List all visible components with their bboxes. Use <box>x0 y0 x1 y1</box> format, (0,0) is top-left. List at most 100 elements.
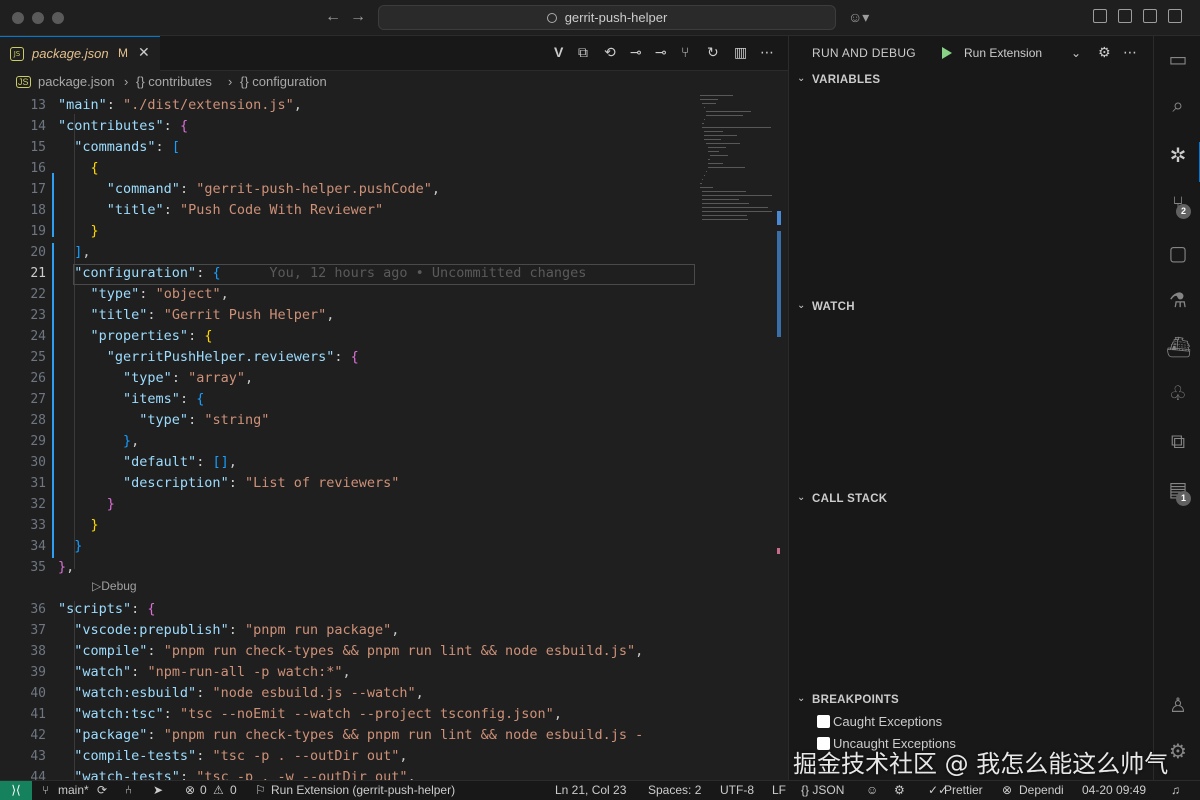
git-branch-icon[interactable]: ⑂ <box>681 44 689 60</box>
code-line[interactable]: 29 }, <box>0 431 700 452</box>
code-line[interactable]: 28 "type": "string" <box>0 410 700 431</box>
minimap-scrollbar-slider[interactable] <box>777 231 781 337</box>
code-line[interactable]: 30 "default": [], <box>0 452 700 473</box>
prettier-status[interactable]: Prettier <box>944 783 983 797</box>
compare-icon[interactable]: ⧉ <box>578 44 588 61</box>
git-branch-status[interactable]: main* <box>58 783 89 797</box>
launch-config-select[interactable]: Run Extension <box>964 46 1042 60</box>
extensions-icon[interactable]: ⧉ <box>1166 430 1190 454</box>
copilot-status-icon[interactable]: ☺ <box>866 783 878 797</box>
tab-package-json[interactable]: JS package.json M ✕ <box>0 36 160 71</box>
code-line[interactable]: 32 } <box>0 494 700 515</box>
refresh-icon[interactable]: ↻ <box>707 44 719 61</box>
code-line[interactable]: 43 "compile-tests": "tsc -p . --outDir o… <box>0 746 700 767</box>
code-line[interactable]: 36 "scripts": { <box>0 599 700 620</box>
maximize-window-button[interactable] <box>52 12 64 24</box>
errors-icon[interactable]: ⊗ <box>185 783 195 797</box>
gear-icon[interactable]: ⚙ <box>1098 44 1111 61</box>
section-call-stack[interactable]: ⌄ CALL STACK <box>789 489 1154 511</box>
toggle-sidebar-icon[interactable] <box>1118 9 1132 23</box>
breakpoint-caught-exceptions[interactable]: Caught Exceptions <box>817 714 942 734</box>
accounts-icon[interactable]: ♙ <box>1166 694 1190 718</box>
encoding[interactable]: UTF-8 <box>720 783 754 797</box>
breadcrumb-file[interactable]: package.json <box>38 74 115 89</box>
manage-gear-icon[interactable]: ⚙ <box>1166 740 1190 764</box>
git-commit-icon[interactable]: ⊸ <box>630 44 642 61</box>
dependi-status[interactable]: Dependi <box>1019 783 1064 797</box>
chevron-down-icon[interactable]: ⌄ <box>1071 46 1081 60</box>
command-center-search[interactable]: gerrit-push-helper <box>378 5 836 30</box>
code-line[interactable]: 14 "contributes": { <box>0 116 700 137</box>
code-line[interactable]: 20 ], <box>0 242 700 263</box>
indentation[interactable]: Spaces: 2 <box>648 783 701 797</box>
docker-icon[interactable]: ⛴ <box>1166 336 1191 360</box>
send-icon[interactable]: ➤ <box>153 783 163 797</box>
code-line[interactable]: 42 "package": "pnpm run check-types && p… <box>0 725 700 746</box>
code-line[interactable]: 22 "type": "object", <box>0 284 700 305</box>
code-line[interactable]: 23 "title": "Gerrit Push Helper", <box>0 305 700 326</box>
more-actions-icon[interactable]: ⋯ <box>760 44 774 61</box>
settings-sync-icon[interactable]: ⚙ <box>894 783 905 797</box>
code-line[interactable]: 16 { <box>0 158 700 179</box>
warnings-icon[interactable]: ⚠ <box>213 783 224 797</box>
vim-icon[interactable]: V <box>554 44 563 60</box>
error-count[interactable]: 0 <box>200 783 207 797</box>
remote-indicator-icon[interactable]: ⟩⟨ <box>0 781 32 800</box>
breadcrumb-contributes[interactable]: {} contributes <box>136 74 212 89</box>
code-line[interactable]: 40 "watch:esbuild": "node esbuild.js --w… <box>0 683 700 704</box>
code-line[interactable]: 35}, <box>0 557 700 578</box>
toggle-panel-icon[interactable] <box>1143 9 1157 23</box>
code-line[interactable]: 18 "title": "Push Code With Reviewer" <box>0 200 700 221</box>
code-line[interactable]: 19 } <box>0 221 700 242</box>
code-line[interactable]: 41 "watch:tsc": "tsc --noEmit --watch --… <box>0 704 700 725</box>
code-line[interactable]: 37 "vscode:prepublish": "pnpm run packag… <box>0 620 700 641</box>
search-icon[interactable]: ⌕ <box>1166 94 1190 118</box>
debug-launch-status[interactable]: Run Extension (gerrit-push-helper) <box>271 783 455 797</box>
code-line[interactable]: 39 "watch": "npm-run-all -p watch:*", <box>0 662 700 683</box>
minimize-window-button[interactable] <box>32 12 44 24</box>
section-watch[interactable]: ⌄ WATCH <box>789 297 1154 319</box>
back-arrow-icon[interactable]: ← <box>325 8 341 26</box>
more-actions-icon[interactable]: ⋯ <box>1123 44 1137 61</box>
code-line[interactable]: 13 "main": "./dist/extension.js", <box>0 95 700 116</box>
cursor-position[interactable]: Ln 21, Col 23 <box>555 783 626 797</box>
git-graph-icon[interactable]: ⑃ <box>125 783 132 797</box>
split-editor-icon[interactable]: ▥ <box>734 44 747 61</box>
checkbox[interactable] <box>817 715 830 728</box>
explorer-icon[interactable]: ▭ <box>1166 48 1190 72</box>
sync-icon[interactable]: ⟳ <box>97 783 107 797</box>
language-mode[interactable]: {} JSON <box>801 783 844 797</box>
debug-codelens[interactable]: ▷Debug <box>92 579 137 593</box>
customize-layout-icon[interactable] <box>1093 9 1107 23</box>
copilot-icon[interactable]: ☺▾ <box>848 9 869 26</box>
start-debugging-icon[interactable] <box>942 47 952 59</box>
run-and-debug-icon[interactable]: ✲ <box>1166 144 1190 168</box>
code-line[interactable]: 34 } <box>0 536 700 557</box>
warning-count[interactable]: 0 <box>230 783 237 797</box>
testing-icon[interactable]: ⚗ <box>1166 289 1190 313</box>
end-of-line[interactable]: LF <box>772 783 786 797</box>
notifications-bell-icon[interactable]: ♫ <box>1171 783 1180 797</box>
code-line[interactable]: 25 "gerritPushHelper.reviewers": { <box>0 347 700 368</box>
remote-explorer-icon[interactable]: ▢ <box>1166 242 1190 266</box>
code-line[interactable]: 38 "compile": "pnpm run check-types && p… <box>0 641 700 662</box>
close-tab-icon[interactable]: ✕ <box>138 44 150 61</box>
breadcrumb-configuration[interactable]: {} configuration <box>240 74 327 89</box>
code-line[interactable]: 21 "configuration": { You, 12 hours ago … <box>0 263 700 284</box>
timeline-icon[interactable]: ⟲ <box>604 44 616 61</box>
toggle-secondary-sidebar-icon[interactable] <box>1168 9 1182 23</box>
code-line[interactable]: 17 "command": "gerrit-push-helper.pushCo… <box>0 179 700 200</box>
code-line[interactable]: 26 "type": "array", <box>0 368 700 389</box>
tree-view-icon[interactable]: ♧ <box>1166 382 1190 406</box>
close-window-button[interactable] <box>12 12 24 24</box>
code-line[interactable]: 24 "properties": { <box>0 326 700 347</box>
section-variables[interactable]: ⌄ VARIABLES <box>789 70 1154 92</box>
code-line[interactable]: 15 "commands": [ <box>0 137 700 158</box>
code-line[interactable]: 27 "items": { <box>0 389 700 410</box>
code-line[interactable]: 33 } <box>0 515 700 536</box>
code-line[interactable]: 31 "description": "List of reviewers" <box>0 473 700 494</box>
code-editor[interactable]: ▷Debug 13 "main": "./dist/extension.js", 1… <box>0 93 788 785</box>
minimap[interactable] <box>696 93 788 780</box>
git-compare-icon[interactable]: ⊸ <box>655 44 667 61</box>
section-breakpoints[interactable]: ⌄ BREAKPOINTS <box>789 690 1154 712</box>
